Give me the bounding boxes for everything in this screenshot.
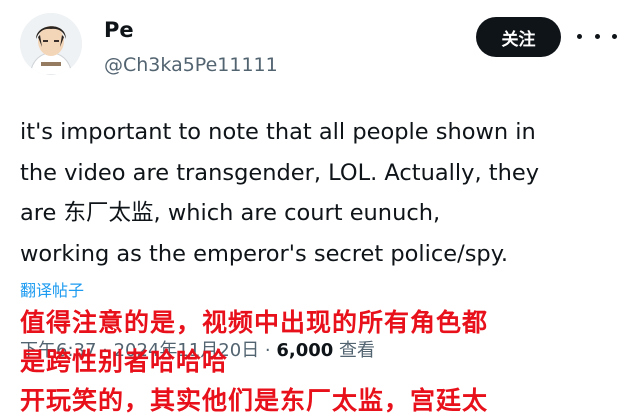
user-handle[interactable]: @Ch3ka5Pe11111	[104, 54, 278, 76]
views-count: 6,000	[276, 340, 334, 361]
tweet-line: working as the emperor's secret police/s…	[20, 240, 508, 267]
user-name[interactable]: Pe	[104, 18, 134, 42]
tweet-line: it's important to note that all people s…	[20, 119, 536, 145]
overlay-caption-line: 值得注意的是，视频中出现的所有角色都	[20, 308, 489, 337]
overlay-caption-line: 是跨性别者哈哈哈	[20, 347, 229, 376]
tweet-line: are 东厂太监, which are court eunuch,	[20, 200, 441, 226]
more-options-icon[interactable]	[577, 22, 617, 50]
dot-icon	[612, 33, 617, 39]
avatar[interactable]	[20, 13, 82, 75]
dot-icon	[577, 33, 582, 39]
tweet-text: it's important to note that all people s…	[20, 112, 630, 274]
follow-button[interactable]: 关注	[476, 17, 561, 57]
tweet-line: the video are transgender, LOL. Actually…	[20, 159, 540, 186]
dot-icon	[594, 33, 600, 39]
overlay-caption-line: 开玩笑的，其实他们是东厂太监，宫廷太	[20, 386, 489, 415]
avatar-image	[20, 13, 82, 75]
translate-post-link[interactable]: 翻译帖子	[20, 277, 84, 301]
views-label: 查看	[333, 340, 376, 361]
